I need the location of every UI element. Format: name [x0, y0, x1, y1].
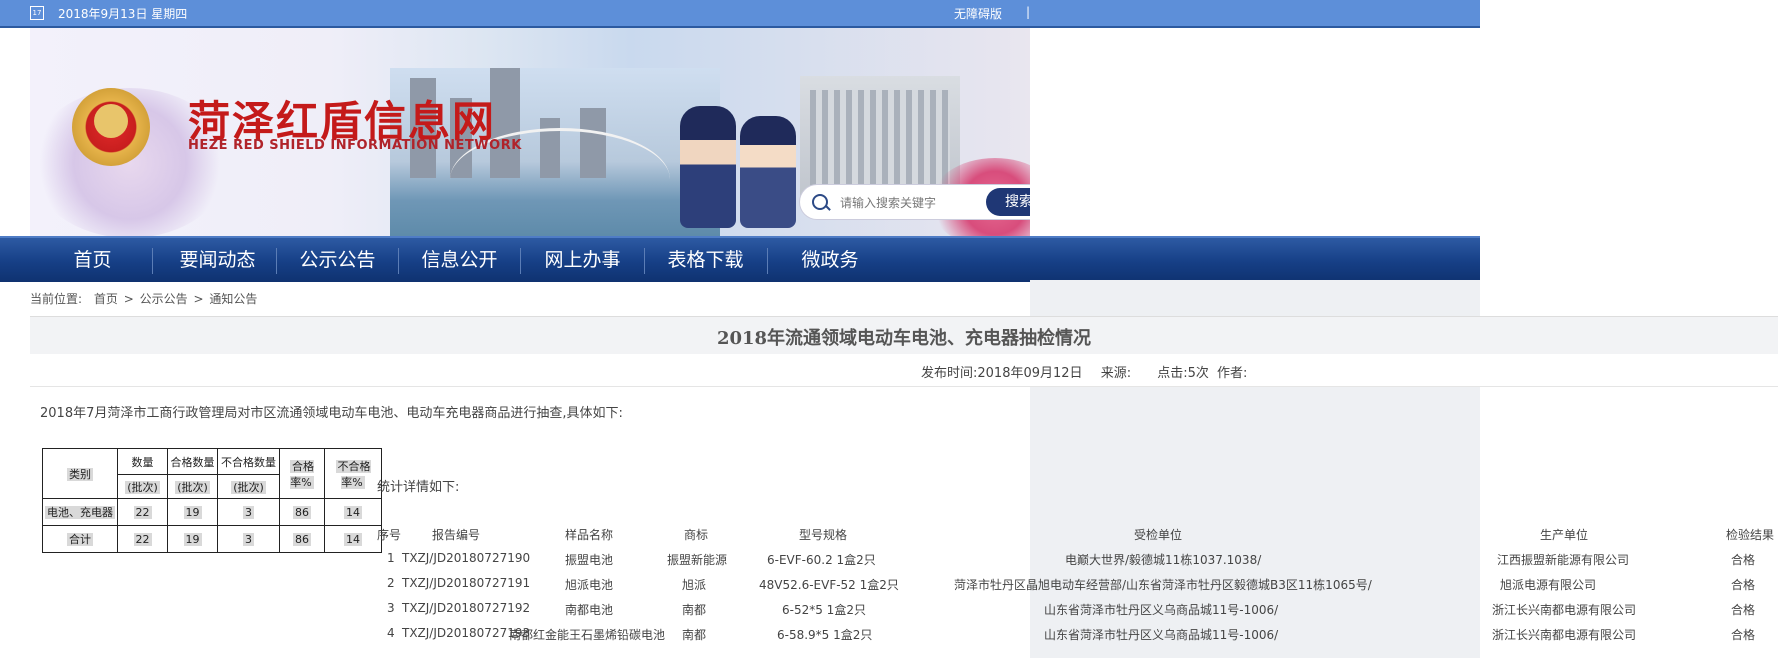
table-header: 数量 — [117, 448, 168, 475]
nav-online-service[interactable]: 网上办事 — [525, 238, 640, 282]
table-subheader: (批次) — [167, 474, 218, 499]
table-header: 不合格率% — [324, 448, 382, 499]
table-row: 合计 22 19 3 86 14 — [42, 525, 382, 553]
author: 作者: — [1217, 366, 1248, 381]
col-header: 检验结果 — [1726, 528, 1775, 542]
accessibility-link[interactable]: 无障碍版 — [954, 5, 1002, 22]
table-header: 合格率% — [279, 448, 325, 499]
summary-table: 类别 数量 合格数量 不合格数量 合格率% 不合格率% (批次) (批次) (批… — [42, 448, 382, 553]
breadcrumb-separator: > — [123, 292, 134, 306]
article-meta: 发布时间:2018年09月12日 来源: 点击:5次 作者: — [921, 362, 1251, 381]
site-subtitle: HEZE RED SHIELD INFORMATION NETWORK — [188, 138, 522, 153]
nav-news[interactable]: 要闻动态 — [160, 238, 275, 282]
breadcrumb-home[interactable]: 首页 — [94, 292, 118, 306]
publish-time: 发布时间:2018年09月12日 — [921, 366, 1083, 381]
breadcrumb-announcements[interactable]: 公示公告 — [140, 292, 188, 306]
police-mascot-image — [680, 106, 810, 231]
article-meta-row — [30, 354, 1778, 387]
header-banner: 菏泽红盾信息网 HEZE RED SHIELD INFORMATION NETW… — [30, 28, 1030, 236]
clicks: 点击:5次 — [1157, 366, 1209, 381]
breadcrumb-label: 当前位置: — [30, 292, 83, 306]
search-button[interactable]: 搜索 — [986, 188, 1030, 216]
table-header: 类别 — [42, 448, 118, 499]
table-header: 不合格数量 — [217, 448, 280, 475]
current-date: 2018年9月13日 星期四 — [58, 7, 188, 21]
table-subheader: (批次) — [217, 474, 280, 499]
breadcrumb-notices[interactable]: 通知公告 — [209, 292, 257, 306]
table-subheader: (批次) — [117, 474, 168, 499]
detail-intro: 统计详情如下: — [377, 480, 460, 495]
breadcrumb-separator: > — [193, 292, 204, 306]
col-header: 商标 — [684, 528, 709, 542]
nav-form-download[interactable]: 表格下载 — [648, 238, 763, 282]
col-header: 样品名称 — [565, 528, 614, 542]
search-box: 搜索 — [800, 185, 1030, 219]
search-input[interactable] — [838, 192, 982, 214]
top-bar: 17 2018年9月13日 星期四 无障碍版 | — [0, 0, 1480, 28]
nav-micro-gov[interactable]: 微政务 — [775, 238, 885, 282]
breadcrumb: 当前位置: 首页 > 公示公告 > 通知公告 — [30, 290, 259, 307]
article-intro: 2018年7月菏泽市工商行政管理局对市区流通领域电动车电池、电动车充电器商品进行… — [40, 406, 623, 421]
table-row: 电池、充电器 22 19 3 86 14 — [42, 498, 382, 526]
col-header: 生产单位 — [1540, 528, 1589, 542]
col-header: 序号 — [377, 528, 402, 542]
topbar-divider: | — [1026, 5, 1031, 19]
nav-info-disclosure[interactable]: 信息公开 — [402, 238, 517, 282]
article-title: 2018年流通领域电动车电池、充电器抽检情况 — [716, 328, 1092, 349]
nav-home[interactable]: 首页 — [40, 238, 145, 282]
search-icon — [812, 194, 828, 210]
col-header: 受检单位 — [1134, 528, 1183, 542]
main-nav: 首页 要闻动态 公示公告 信息公开 网上办事 表格下载 微政务 — [0, 236, 1480, 282]
col-header: 报告编号 — [432, 528, 481, 542]
col-header: 型号规格 — [799, 528, 848, 542]
source: 来源: — [1100, 366, 1132, 381]
nav-announcements[interactable]: 公示公告 — [280, 238, 395, 282]
table-header: 合格数量 — [167, 448, 218, 475]
emblem-icon — [72, 88, 150, 166]
calendar-icon: 17 — [30, 6, 44, 20]
